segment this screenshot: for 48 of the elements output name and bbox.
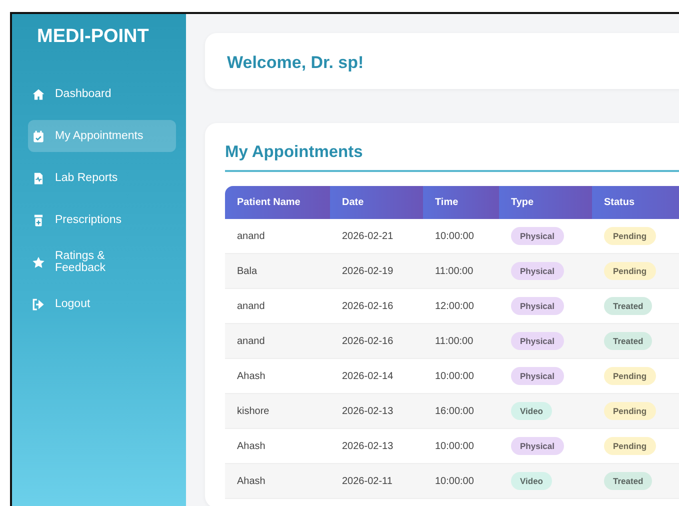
sidebar-item[interactable]: Logout: [28, 288, 176, 320]
column-header: Status: [592, 186, 679, 219]
table-cell: 2026-02-16: [330, 324, 423, 358]
tag: Physical: [511, 437, 564, 455]
document-icon: [32, 172, 45, 184]
tag: Treated: [604, 472, 652, 490]
tag: Physical: [511, 227, 564, 245]
tag: Physical: [511, 367, 564, 385]
table-cell: 10:00:00: [423, 464, 499, 498]
tag: Treated: [604, 297, 652, 315]
table-cell: 16:00:00: [423, 394, 499, 428]
column-header: Type: [499, 186, 592, 219]
table-cell: 11:00:00: [423, 254, 499, 288]
tag: Pending: [604, 402, 656, 420]
house-icon: [32, 88, 45, 100]
pill-bottle-icon: [32, 214, 45, 226]
welcome-heading: Welcome, Dr. sp!: [227, 53, 365, 73]
column-header: Patient Name: [225, 186, 330, 219]
table-cell: kishore: [225, 394, 330, 428]
tag: Pending: [604, 227, 656, 245]
table-cell: anand: [225, 324, 330, 358]
logout-icon: [32, 298, 45, 310]
table-cell: 2026-02-19: [330, 254, 423, 288]
table-cell: 11:00:00: [423, 324, 499, 358]
tag: Physical: [511, 262, 564, 280]
sidebar-item[interactable]: Ratings & Feedback: [28, 246, 176, 278]
tag: Video: [511, 402, 552, 420]
table-cell: Bala: [225, 254, 330, 288]
table-cell: Ahash: [225, 464, 330, 498]
table-cell: 2026-02-13: [330, 394, 423, 428]
sidebar-item[interactable]: Prescriptions: [28, 204, 176, 236]
app-logo: MEDI-POINT: [36, 25, 150, 49]
column-header: Time: [423, 186, 499, 219]
section-title: My Appointments: [225, 143, 679, 172]
tag: Pending: [604, 262, 656, 280]
tag: Physical: [511, 332, 564, 350]
sidebar-item[interactable]: Lab Reports: [28, 162, 176, 194]
calendar-icon: [32, 130, 45, 142]
tag: Pending: [604, 367, 656, 385]
table-cell: 2026-02-11: [330, 464, 423, 498]
tag: Video: [511, 472, 552, 490]
tag: Pending: [604, 437, 656, 455]
star-icon: [32, 256, 45, 268]
column-header: Date: [330, 186, 423, 219]
sidebar-item[interactable]: Dashboard: [28, 78, 176, 110]
tag: Treated: [604, 332, 652, 350]
tag: Physical: [511, 297, 564, 315]
sidebar-item[interactable]: My Appointments: [28, 120, 176, 152]
